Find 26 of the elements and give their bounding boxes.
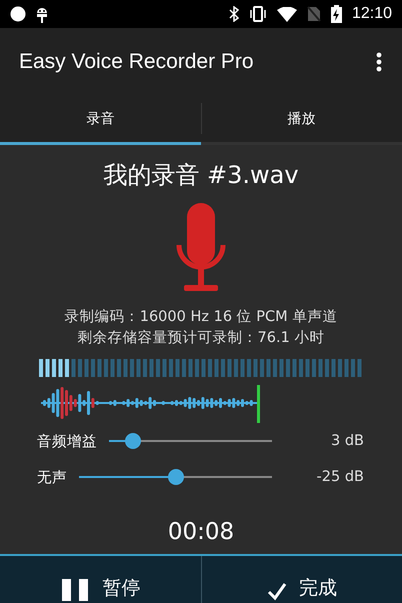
file-name: 我的录音 #3.wav [103,160,299,191]
slider-label: 无声 [37,468,67,486]
pause-icon [60,579,90,601]
checkmark-icon [266,581,287,601]
clock-time: 12:10 [352,5,392,23]
slider-label: 音频增益 [37,432,97,450]
vibrate-icon [248,6,267,22]
battery-charging-icon [330,5,342,23]
slider-value: 3 dB [330,433,364,449]
no-sim-icon [306,6,321,22]
bluetooth-icon [228,6,239,22]
slider-thumb[interactable] [125,433,142,449]
pause-button[interactable]: 暂停 [0,556,200,603]
slider-thumb[interactable] [168,469,184,485]
android-icon [36,5,48,23]
overflow-menu-icon[interactable] [376,52,382,72]
storage-info: 剩余存储容量预计可录制：76.1 小时 [78,328,324,348]
notification-dot-icon [10,6,26,22]
tab[interactable]: 录音 [0,95,201,145]
tab[interactable]: 播放 [201,95,402,145]
slider-value: -25 dB [316,469,364,485]
app-title: Easy Voice Recorder Pro [19,50,255,74]
elapsed-time: 00:08 [168,519,234,545]
wifi-icon [276,6,297,22]
done-button[interactable]: 完成 [200,556,402,603]
encoding-info: 录制编码：16000 Hz 16 位 PCM 单声道 [64,308,338,327]
